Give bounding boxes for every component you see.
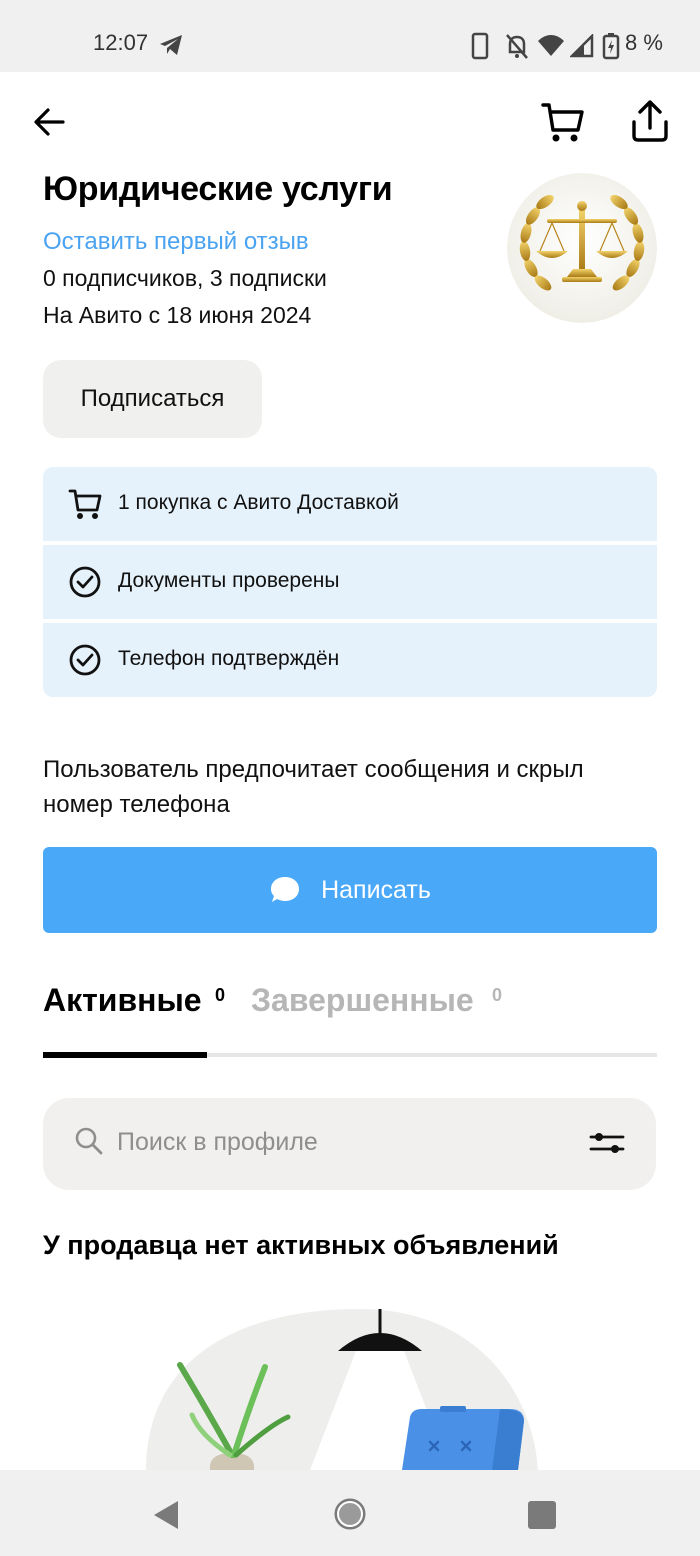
battery-percent: 8 % bbox=[625, 30, 663, 55]
contact-preference-text: Пользователь предпочитает сообщения и ск… bbox=[43, 756, 584, 818]
tab-active-count: 0 bbox=[215, 985, 226, 1005]
telegram-icon bbox=[160, 35, 182, 55]
back-arrow-icon[interactable] bbox=[30, 102, 70, 142]
empty-state-title: У продавца нет активных объявлений bbox=[43, 1230, 559, 1260]
empty-state-illustration bbox=[146, 1309, 538, 1470]
signal-icon bbox=[570, 34, 594, 58]
check-circle-icon bbox=[69, 566, 101, 598]
share-icon[interactable] bbox=[628, 98, 672, 144]
scales-of-justice-icon bbox=[507, 173, 657, 323]
profile-name: Юридические услуги bbox=[43, 170, 393, 208]
chat-bubble-icon bbox=[271, 877, 300, 902]
cart-icon[interactable] bbox=[540, 100, 586, 144]
nav-back-icon[interactable] bbox=[150, 1498, 180, 1532]
write-button-label: Написать bbox=[321, 875, 431, 904]
tab-indicator bbox=[43, 1052, 207, 1058]
wifi-icon bbox=[538, 35, 564, 56]
subscribe-button[interactable]: Подписаться bbox=[43, 360, 262, 438]
notifications-off-icon bbox=[506, 34, 528, 59]
badge-label: Документы проверены bbox=[118, 569, 340, 592]
filter-icon[interactable] bbox=[589, 1128, 625, 1158]
badge-label: 1 покупка с Авито Доставкой bbox=[118, 491, 399, 514]
badge-phone: Телефон подтверждён bbox=[43, 623, 657, 697]
leave-review-link[interactable]: Оставить первый отзыв bbox=[43, 228, 309, 256]
cart-icon bbox=[68, 489, 102, 519]
tab-completed-count: 0 bbox=[492, 985, 503, 1005]
search-icon bbox=[75, 1127, 103, 1155]
badge-documents: Документы проверены bbox=[43, 545, 657, 619]
badge-delivery: 1 покупка с Авито Доставкой bbox=[43, 467, 657, 541]
nav-recents-icon[interactable] bbox=[528, 1501, 556, 1529]
status-time: 12:07 bbox=[93, 30, 149, 55]
phone-icon bbox=[471, 32, 489, 60]
tab-completed[interactable]: Завершенные bbox=[251, 982, 474, 1019]
nav-home-icon[interactable] bbox=[332, 1496, 368, 1532]
badge-label: Телефон подтверждён bbox=[118, 647, 340, 670]
battery-charging-icon bbox=[602, 33, 620, 60]
avatar bbox=[507, 173, 657, 323]
check-circle-icon bbox=[69, 644, 101, 676]
followers-count[interactable]: 0 подписчиков, 3 подписки bbox=[43, 265, 327, 292]
write-message-button[interactable]: Написать bbox=[43, 847, 657, 933]
search-input[interactable] bbox=[117, 1120, 557, 1164]
member-since: На Авито с 18 июня 2024 bbox=[43, 302, 312, 328]
tab-active[interactable]: Активные bbox=[43, 982, 202, 1019]
